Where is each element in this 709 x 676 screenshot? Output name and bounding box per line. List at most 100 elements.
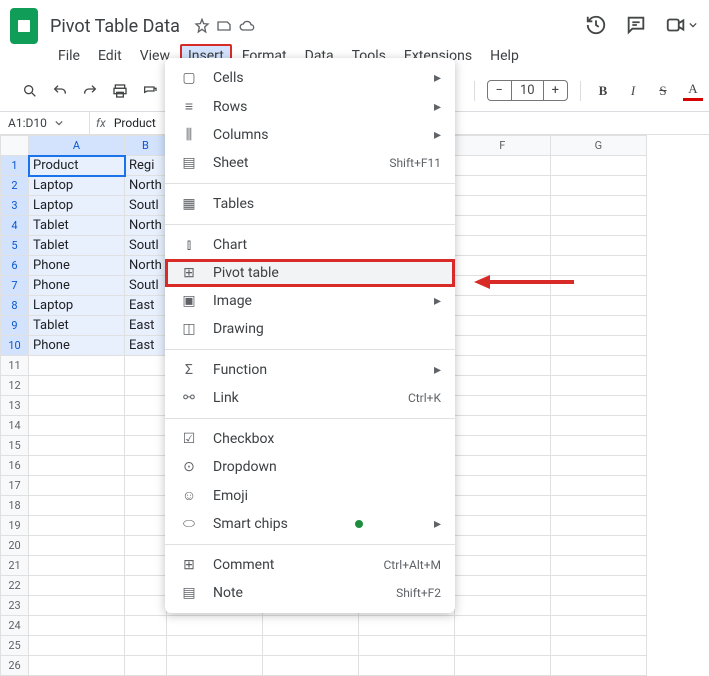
row-header[interactable]: 25 [1,636,29,656]
cell[interactable]: East [125,336,167,356]
menu-item-sheet[interactable]: ▤SheetShift+F11 [165,149,455,177]
cell[interactable]: East [125,296,167,316]
cell[interactable]: East [125,316,167,336]
row-header[interactable]: 21 [1,556,29,576]
menu-item-emoji[interactable]: ☺Emoji [165,481,455,510]
col-header[interactable]: G [550,136,646,156]
name-box[interactable]: A1:D10 [0,112,90,134]
cell[interactable]: Laptop [29,176,125,196]
row-header[interactable]: 26 [1,656,29,676]
menu-item-tables[interactable]: ▦Tables [165,190,455,218]
row-header[interactable]: 10 [1,336,29,356]
row-header[interactable]: 4 [1,216,29,236]
row-header[interactable]: 23 [1,596,29,616]
menu-item-drawing[interactable]: ◫Drawing [165,315,455,343]
cell[interactable]: Tablet [29,316,125,336]
row-header[interactable]: 22 [1,576,29,596]
font-size-value[interactable]: 10 [511,81,544,100]
submenu-arrow-icon: ▸ [434,293,441,309]
menu-item-label: Pivot table [213,265,279,281]
note-icon: ▤ [179,585,199,601]
cell[interactable]: Product [29,156,125,176]
sheet-icon: ▤ [179,155,199,171]
row-header[interactable]: 14 [1,416,29,436]
select-all-corner[interactable] [1,136,29,156]
menu-item-image[interactable]: ▣Image▸ [165,287,455,315]
menu-item-dropdown[interactable]: ⊙Dropdown [165,453,455,481]
row-header[interactable]: 3 [1,196,29,216]
comment-icon[interactable] [625,14,647,36]
paint-icon[interactable] [140,81,160,101]
menu-item-chart[interactable]: ⫾Chart [165,231,455,259]
row-header[interactable]: 12 [1,376,29,396]
cell[interactable]: Tablet [29,236,125,256]
cell[interactable]: North [125,216,167,236]
row-header[interactable]: 5 [1,236,29,256]
row-header[interactable]: 1 [1,156,29,176]
cell[interactable]: Tablet [29,216,125,236]
bold-icon[interactable]: B [593,81,613,101]
cloud-icon[interactable] [238,18,256,34]
menu-item-cells[interactable]: ▢Cells▸ [165,64,455,92]
col-header[interactable]: B [125,136,167,156]
strikethrough-icon[interactable]: S [653,81,673,101]
cell[interactable]: Soutl [125,276,167,296]
cell[interactable]: Laptop [29,196,125,216]
menu-item-smart-chips[interactable]: ⬭Smart chips▸ [165,510,455,538]
star-icon[interactable] [194,18,210,34]
cell[interactable]: Regi [125,156,167,176]
cell[interactable]: North [125,176,167,196]
row-header[interactable]: 6 [1,256,29,276]
row-header[interactable]: 20 [1,536,29,556]
row-header[interactable]: 17 [1,476,29,496]
menu-item-checkbox[interactable]: ☑Checkbox [165,425,455,453]
print-icon[interactable] [110,81,130,101]
row-header[interactable]: 24 [1,616,29,636]
row-header[interactable]: 7 [1,276,29,296]
text-color-icon[interactable]: A [683,81,703,101]
row-header[interactable]: 9 [1,316,29,336]
row-header[interactable]: 19 [1,516,29,536]
menu-item-note[interactable]: ▤NoteShift+F2 [165,579,455,607]
doc-title[interactable]: Pivot Table Data [50,16,180,37]
row-header[interactable]: 8 [1,296,29,316]
row-header[interactable]: 2 [1,176,29,196]
row-header[interactable]: 11 [1,356,29,376]
menu-edit[interactable]: Edit [90,44,130,68]
history-icon[interactable] [585,14,607,36]
cell[interactable]: Phone [29,336,125,356]
menu-item-link[interactable]: ⚯LinkCtrl+K [165,384,455,412]
row-header[interactable]: 15 [1,436,29,456]
menu-item-label: Image [213,293,252,309]
row-header[interactable]: 16 [1,456,29,476]
meet-icon[interactable] [665,14,697,36]
col-header[interactable]: A [29,136,125,156]
cell[interactable]: Soutl [125,196,167,216]
menu-item-label: Dropdown [213,459,277,475]
menu-item-columns[interactable]: ⫼Columns▸ [165,121,455,149]
undo-icon[interactable] [50,81,70,101]
row-header[interactable]: 13 [1,396,29,416]
cell[interactable]: Laptop [29,296,125,316]
menu-help[interactable]: Help [482,44,527,68]
menu-item-function[interactable]: ΣFunction▸ [165,356,455,384]
italic-icon[interactable]: I [623,81,643,101]
menu-item-pivot-table[interactable]: ⊞Pivot table [165,259,455,287]
redo-icon[interactable] [80,81,100,101]
plus-icon[interactable]: + [544,81,567,100]
menu-item-comment[interactable]: ⊞CommentCtrl+Alt+M [165,551,455,579]
row-header[interactable]: 18 [1,496,29,516]
menu-file[interactable]: File [50,44,88,68]
cell[interactable]: Phone [29,256,125,276]
menu-item-rows[interactable]: ≡Rows▸ [165,92,455,121]
cell[interactable]: Phone [29,276,125,296]
menu-item-label: Rows [213,99,247,115]
search-icon[interactable] [20,81,40,101]
minus-icon[interactable]: − [488,81,511,100]
cell[interactable]: North [125,256,167,276]
cell[interactable]: Soutl [125,236,167,256]
col-header[interactable]: F [454,136,550,156]
formula-bar[interactable]: Product [112,112,158,134]
font-size-stepper[interactable]: − 10 + [487,80,568,101]
move-icon[interactable] [216,18,232,34]
